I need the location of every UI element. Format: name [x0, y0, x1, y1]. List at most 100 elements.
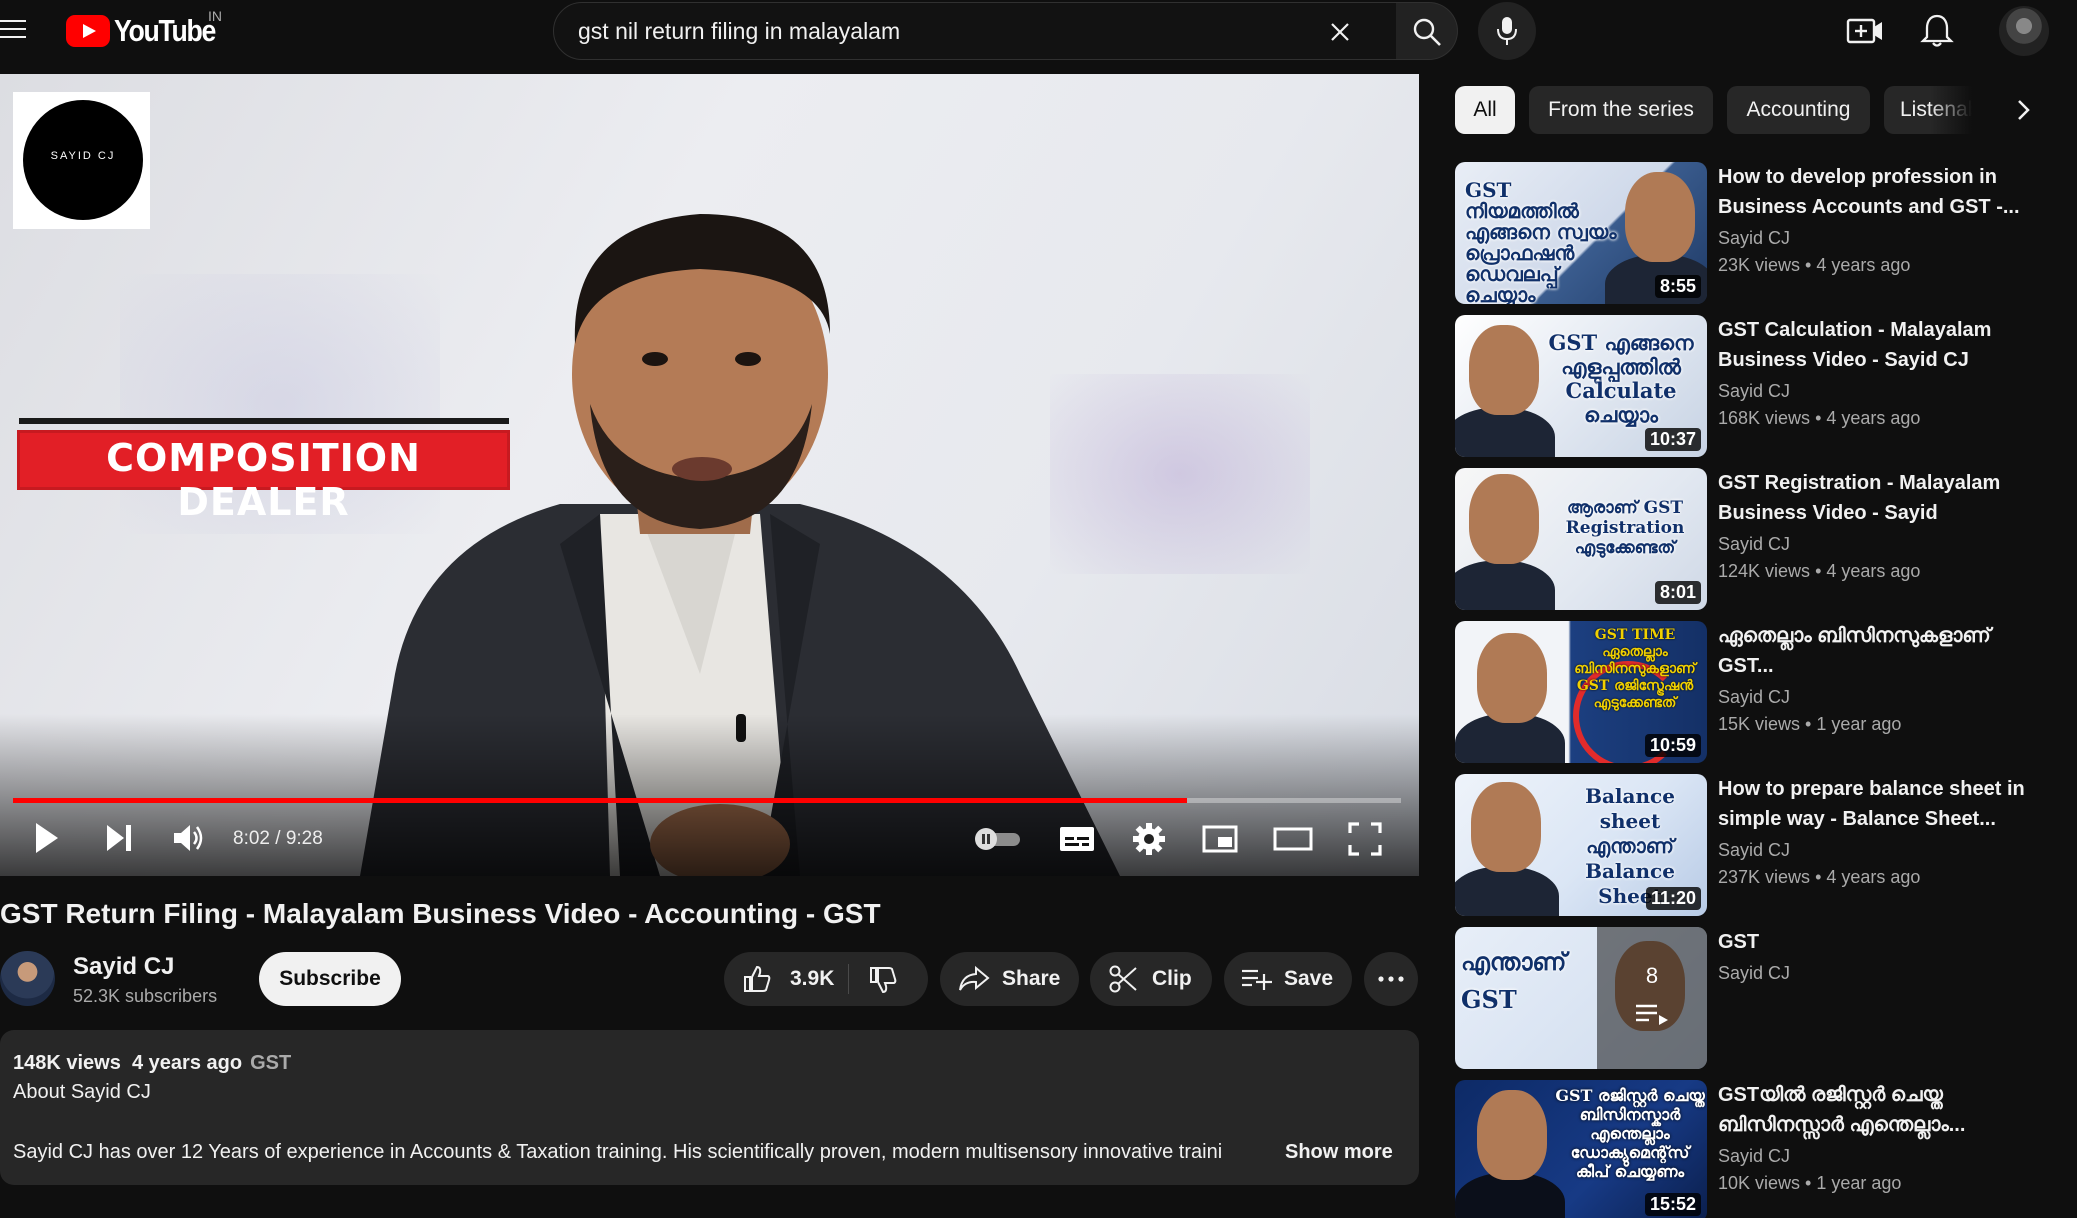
logo-wordmark: YouTube — [114, 13, 216, 48]
thumbnail-text: GST എങ്ങനെ എളുപ്പത്തിൽ Calculate ചെയ്യാം — [1548, 330, 1694, 427]
create-video-icon[interactable] — [1846, 14, 1884, 48]
theater-mode-icon[interactable] — [1273, 826, 1313, 852]
share-button[interactable]: Share — [940, 952, 1079, 1006]
channel-name[interactable]: Sayid CJ — [1718, 687, 1790, 708]
dislike-button[interactable] — [850, 952, 928, 1006]
save-button[interactable]: Save — [1224, 952, 1352, 1006]
account-avatar[interactable] — [1999, 6, 2049, 56]
channel-name[interactable]: Sayid CJ — [1718, 963, 1790, 984]
upload-age: 1 year ago — [1816, 1173, 1902, 1193]
video-thumbnail[interactable]: Balance sheet എന്താണ് Balance Sheet 11:2… — [1455, 774, 1707, 916]
channel-name[interactable]: Sayid CJ — [1718, 381, 1790, 402]
channel-avatar[interactable] — [0, 951, 55, 1006]
thumbnail-text: GST TIME ഏതെല്ലാം ബിസിനസുകളാണ് GST രജിസ്… — [1574, 627, 1696, 711]
clip-label: Clip — [1152, 967, 1192, 990]
chip-accounting[interactable]: Accounting — [1727, 86, 1870, 134]
view-count: 237K views — [1718, 867, 1811, 887]
view-count: 23K views — [1718, 255, 1801, 275]
video-title: GST Calculation - Malayalam Business Vid… — [1718, 319, 1992, 371]
channel-name[interactable]: Sayid CJ — [1718, 534, 1790, 555]
video-duration: 10:59 — [1644, 734, 1701, 757]
video-stats: 168K views • 4 years ago — [1718, 408, 1921, 428]
video-thumbnail[interactable]: ആരാണ് GST Registration എടുക്കേണ്ടത് 8:01 — [1455, 468, 1707, 610]
top-bar: YouTube IN — [0, 0, 2077, 74]
voice-search-button[interactable] — [1478, 2, 1536, 60]
clear-search-icon[interactable] — [1323, 15, 1357, 49]
chip-label: Accounting — [1746, 98, 1851, 121]
description-about: About Sayid CJ — [13, 1081, 151, 1103]
recommended-video[interactable]: GST രജിസ്റ്റർ ചെയ്ത ബിസിനസ്കാർ എന്തെല്ലാ… — [1455, 1080, 2055, 1218]
video-thumbnail[interactable]: GST എങ്ങനെ എളുപ്പത്തിൽ Calculate ചെയ്യാം… — [1455, 315, 1707, 457]
save-label: Save — [1284, 967, 1334, 990]
fullscreen-icon[interactable] — [1348, 822, 1382, 856]
recommended-video[interactable]: ആരാണ് GST Registration എടുക്കേണ്ടത് 8:01… — [1455, 468, 2055, 610]
video-duration: 8:01 — [1654, 581, 1701, 604]
description-meta: 148K views 4 years ago GST — [13, 1052, 291, 1075]
microphone-icon — [1497, 17, 1517, 45]
video-title: GST Registration - Malayalam Business Vi… — [1718, 472, 2001, 524]
share-arrow-icon — [959, 965, 990, 991]
thumbnail-text: ആരാണ് GST Registration എടുക്കേണ്ടത് — [1565, 498, 1685, 558]
video-title: ഏതെല്ലാം ബിസിനസുകളാണ് GST... — [1718, 625, 1991, 677]
menu-icon[interactable] — [0, 18, 30, 42]
more-actions-button[interactable] — [1364, 952, 1418, 1006]
search-input[interactable] — [578, 3, 1318, 59]
video-player[interactable]: SAYID CJ COMPOSITION DEALER 8:02 / 9:28 — [0, 74, 1419, 876]
video-duration: 15:52 — [1644, 1193, 1701, 1216]
chip-label: All — [1473, 98, 1497, 121]
playlist-overlay: 8 — [1597, 927, 1707, 1069]
recommended-video[interactable]: GST എങ്ങനെ എളുപ്പത്തിൽ Calculate ചെയ്യാം… — [1455, 315, 2055, 457]
miniplayer-icon[interactable] — [1202, 824, 1238, 854]
video-stats: 10K views • 1 year ago — [1718, 1173, 1902, 1193]
playlist-thumbnail[interactable]: എന്താണ് GST 8 — [1455, 927, 1707, 1069]
thumbs-down-icon — [870, 967, 897, 994]
video-title: GSTയിൽ രജിസ്റ്റർ ചെയ്ത ബിസിനസ്സാർ എന്തെല… — [1718, 1084, 1966, 1136]
show-more-button[interactable]: Show more — [1285, 1141, 1393, 1164]
video-stats: 237K views • 4 years ago — [1718, 867, 1921, 887]
video-title: How to prepare balance sheet in simple w… — [1718, 778, 2025, 830]
next-video-icon[interactable] — [104, 822, 134, 854]
like-button[interactable]: 3.9K — [724, 952, 848, 1006]
channel-name[interactable]: Sayid CJ — [1718, 840, 1790, 861]
chip-all[interactable]: All — [1455, 86, 1515, 134]
chevron-right-icon[interactable] — [2005, 92, 2041, 128]
recommended-playlist[interactable]: എന്താണ് GST 8 GST Sayid CJ — [1455, 927, 2055, 1069]
upload-age: 4 years ago — [1826, 561, 1921, 581]
channel-name[interactable]: Sayid CJ — [1718, 228, 1790, 249]
search-icon — [1413, 18, 1441, 46]
playlist-icon — [1636, 1004, 1668, 1025]
video-overlay-caption: COMPOSITION DEALER — [17, 418, 510, 524]
youtube-logo[interactable]: YouTube IN — [66, 8, 232, 48]
video-thumbnail[interactable]: GST നിയമത്തിൽ എങ്ങനെ സ്വയം പ്രൊഫഷൻ ഡെവലപ… — [1455, 162, 1707, 304]
chip-from-the-series[interactable]: From the series — [1529, 86, 1713, 134]
recommended-video[interactable]: GST TIME ഏതെല്ലാം ബിസിനസുകളാണ് GST രജിസ്… — [1455, 621, 2055, 763]
hashtag-link[interactable]: GST — [250, 1052, 291, 1074]
volume-icon[interactable] — [172, 822, 206, 854]
recommended-video[interactable]: GST നിയമത്തിൽ എങ്ങനെ സ്വയം പ്രൊഫഷൻ ഡെവലപ… — [1455, 162, 2055, 304]
recommended-video[interactable]: Balance sheet എന്താണ് Balance Sheet 11:2… — [1455, 774, 2055, 916]
clip-button[interactable]: Clip — [1090, 952, 1212, 1006]
view-count: 124K views — [1718, 561, 1811, 581]
progress-bar[interactable] — [13, 798, 1401, 803]
channel-name[interactable]: Sayid CJ — [1718, 1146, 1790, 1167]
video-duration: 11:20 — [1645, 887, 1701, 910]
play-icon[interactable] — [32, 820, 62, 856]
upload-age: 1 year ago — [1816, 714, 1902, 734]
upload-age: 4 years ago — [131, 1052, 243, 1074]
subtitles-icon[interactable] — [1059, 824, 1095, 854]
video-thumbnail[interactable]: GST TIME ഏതെല്ലാം ബിസിനസുകളാണ് GST രജിസ്… — [1455, 621, 1707, 763]
video-title: How to develop profession in Business Ac… — [1718, 166, 2020, 218]
subscribe-button[interactable]: Subscribe — [259, 952, 401, 1006]
notifications-bell-icon[interactable] — [1919, 12, 1955, 50]
autoplay-toggle-icon[interactable] — [972, 826, 1024, 852]
settings-gear-icon[interactable] — [1132, 822, 1166, 856]
view-count: 10K views — [1718, 1173, 1801, 1193]
video-thumbnail[interactable]: GST രജിസ്റ്റർ ചെയ്ത ബിസിനസ്കാർ എന്തെല്ലാ… — [1455, 1080, 1707, 1218]
video-stats: 23K views • 4 years ago — [1718, 255, 1911, 275]
progress-played — [13, 798, 1188, 803]
search-button[interactable] — [1396, 2, 1458, 60]
channel-name[interactable]: Sayid CJ — [73, 953, 174, 981]
like-count: 3.9K — [790, 967, 835, 990]
video-duration: 10:37 — [1644, 428, 1701, 451]
video-stats: 124K views • 4 years ago — [1718, 561, 1921, 581]
